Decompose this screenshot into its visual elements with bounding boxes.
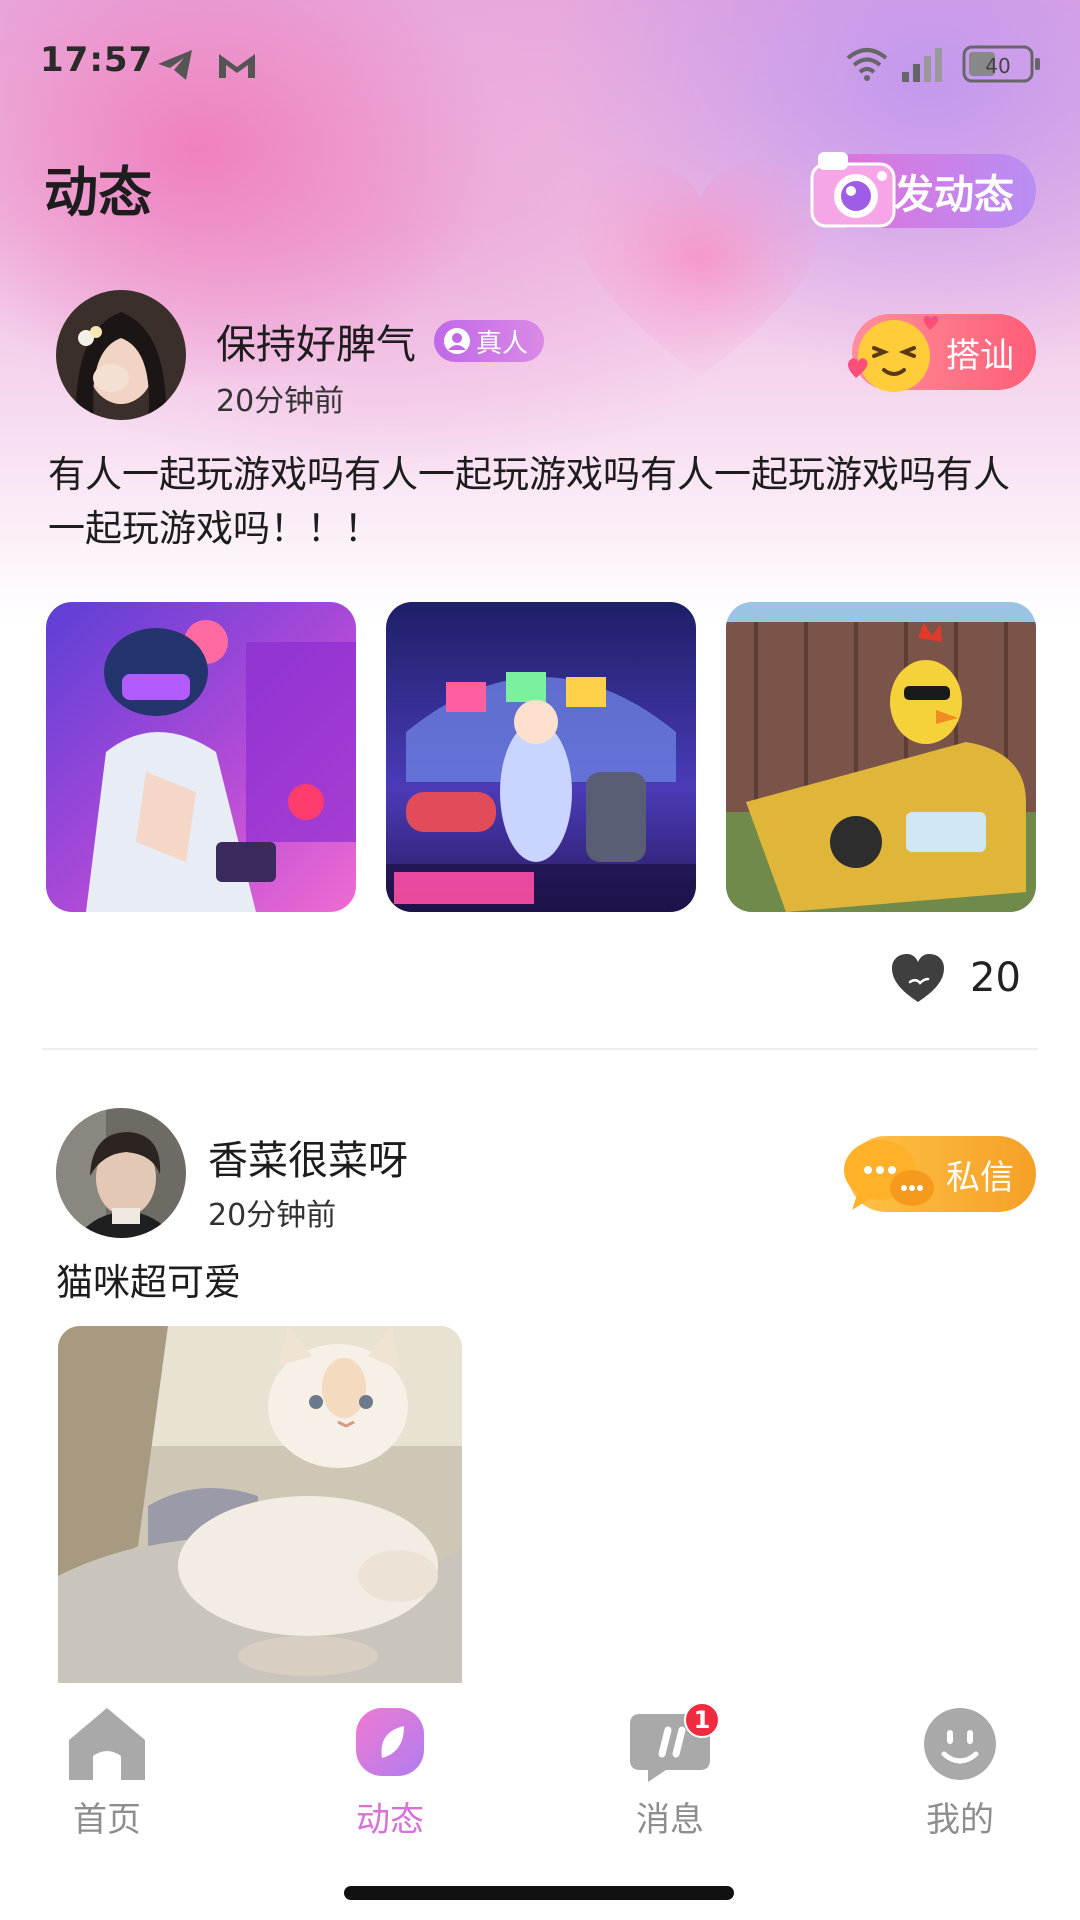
avatar[interactable] (56, 290, 186, 420)
home-indicator[interactable] (344, 1886, 734, 1900)
unread-badge: 1 (684, 1702, 720, 1738)
cellular-signal-icon (902, 48, 942, 82)
home-icon (69, 1708, 145, 1780)
chat-bubble-icon (844, 1140, 934, 1210)
avatar[interactable] (56, 1108, 186, 1238)
post-content: 猫咪超可爱 (56, 1261, 241, 1304)
post-content: 有人一起玩游戏吗有人一起玩游戏吗有人一起玩游戏吗有人一起玩游戏吗！！！ (48, 453, 1010, 550)
post-username[interactable]: 保持好脾气 (216, 312, 416, 370)
profile-icon (924, 1708, 996, 1780)
flirt-label: 搭讪 (946, 335, 1014, 376)
telegram-icon (158, 50, 192, 80)
page-title: 动态 (44, 161, 152, 224)
like-count: 20 (970, 955, 1021, 1001)
status-time: 17:57 (40, 40, 154, 80)
app-screen: 17:57 40 动态 发动态 保持好脾气 真人 20分钟前 搭讪 有人一起玩游… (0, 0, 1080, 1920)
tab-profile[interactable]: 我的 (900, 1700, 1020, 1840)
battery-icon: 40 (962, 45, 1040, 83)
tab-moments-label: 动态 (356, 1800, 424, 1840)
verified-person-icon (444, 328, 470, 354)
post-username[interactable]: 香菜很菜呀 (208, 1128, 408, 1186)
moments-icon (356, 1708, 424, 1776)
background-heart-icon (577, 160, 823, 377)
tab-messages-label: 消息 (636, 1800, 704, 1840)
cat-photo-image (58, 1326, 462, 1686)
kiss-emoji-icon (848, 315, 939, 392)
post-time: 20分钟前 (208, 1198, 337, 1233)
tab-home[interactable]: 首页 (47, 1700, 167, 1840)
flirt-button[interactable]: 搭讪 (848, 314, 1036, 392)
gmail-icon (219, 54, 255, 78)
status-bar: 17:57 40 (0, 40, 1080, 90)
tab-moments[interactable]: 动态 (330, 1700, 450, 1840)
post-moment-label: 发动态 (894, 172, 1014, 218)
camera-icon (810, 152, 896, 228)
post-image[interactable] (386, 602, 696, 912)
avatar-image (56, 290, 186, 420)
verified-badge: 真人 (434, 320, 544, 362)
post-moment-button[interactable]: 发动态 (810, 152, 1036, 228)
game-art-image (46, 602, 356, 912)
avatar-image (56, 1108, 186, 1238)
wifi-icon (846, 48, 888, 81)
post-divider (42, 1048, 1038, 1050)
game-art-image (386, 602, 696, 912)
direct-message-label: 私信 (946, 1157, 1014, 1198)
direct-message-button[interactable]: 私信 (844, 1136, 1036, 1212)
post-time: 20分钟前 (216, 384, 345, 419)
verified-badge-label: 真人 (476, 328, 529, 359)
tab-profile-label: 我的 (926, 1800, 994, 1840)
post-image[interactable] (58, 1326, 462, 1686)
post-image[interactable] (726, 602, 1036, 912)
battery-level-text: 40 (985, 54, 1010, 78)
tab-home-label: 首页 (73, 1800, 141, 1840)
heart-icon[interactable] (890, 952, 946, 1004)
like-counter[interactable]: 20 (890, 950, 1021, 1006)
post-image[interactable] (46, 602, 356, 912)
game-art-image (726, 602, 1036, 912)
